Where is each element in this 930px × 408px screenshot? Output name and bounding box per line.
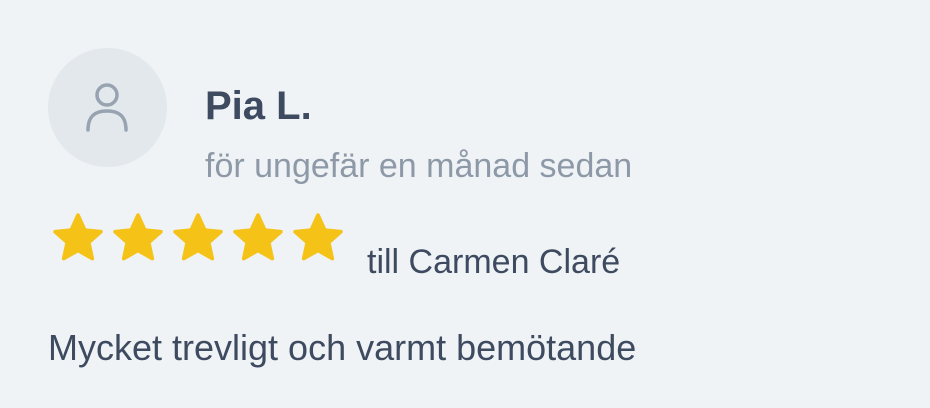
review-recipient: till Carmen Claré	[367, 243, 621, 281]
star-icon	[113, 213, 163, 261]
star-icon	[53, 213, 103, 261]
reviewer-name: Pia L.	[205, 84, 312, 128]
star-rating	[48, 210, 348, 266]
star-icon	[233, 213, 283, 261]
user-icon	[86, 83, 128, 132]
review-text: Mycket trevligt och varmt bemötande	[48, 327, 637, 368]
review-card: Pia L. för ungefär en månad sedan till C…	[0, 0, 930, 408]
avatar	[48, 48, 167, 167]
star-icon	[293, 213, 343, 261]
star-icon	[173, 213, 223, 261]
review-time: för ungefär en månad sedan	[205, 147, 633, 185]
